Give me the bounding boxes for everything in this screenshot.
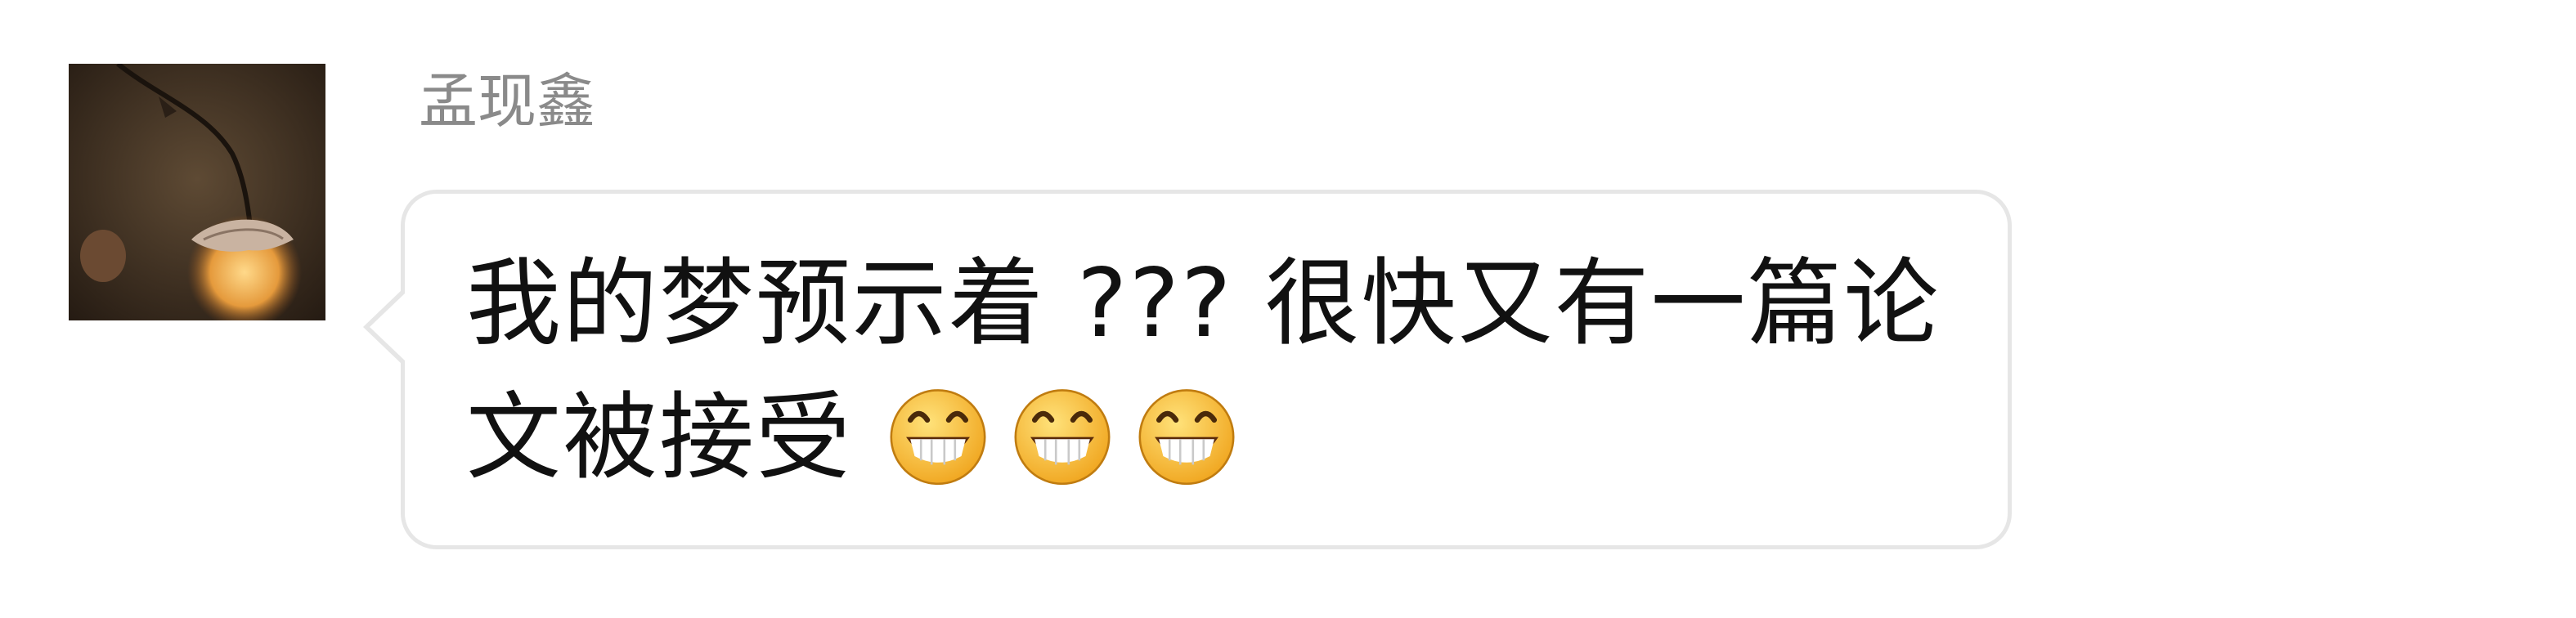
grin-emoji bbox=[885, 382, 991, 488]
bubble-tail bbox=[370, 293, 405, 360]
grin-emoji bbox=[1133, 382, 1240, 488]
sender-avatar[interactable] bbox=[69, 64, 325, 320]
message-text: 我的梦预示着 ??? 很快又有一篇论 文被接受 bbox=[466, 237, 1987, 505]
chat-message-row: 孟现鑫 我的梦预示着 ??? 很快又有一篇论 文被接受 bbox=[0, 0, 2576, 618]
grin-emoji bbox=[1009, 382, 1115, 488]
message-line-2-text: 文被接受 bbox=[466, 383, 852, 493]
sender-name: 孟现鑫 bbox=[419, 67, 596, 136]
avatar-photo bbox=[69, 64, 325, 320]
message-line-2: 文被接受 bbox=[466, 371, 1987, 505]
message-line-1: 我的梦预示着 ??? 很快又有一篇论 bbox=[466, 249, 1941, 359]
